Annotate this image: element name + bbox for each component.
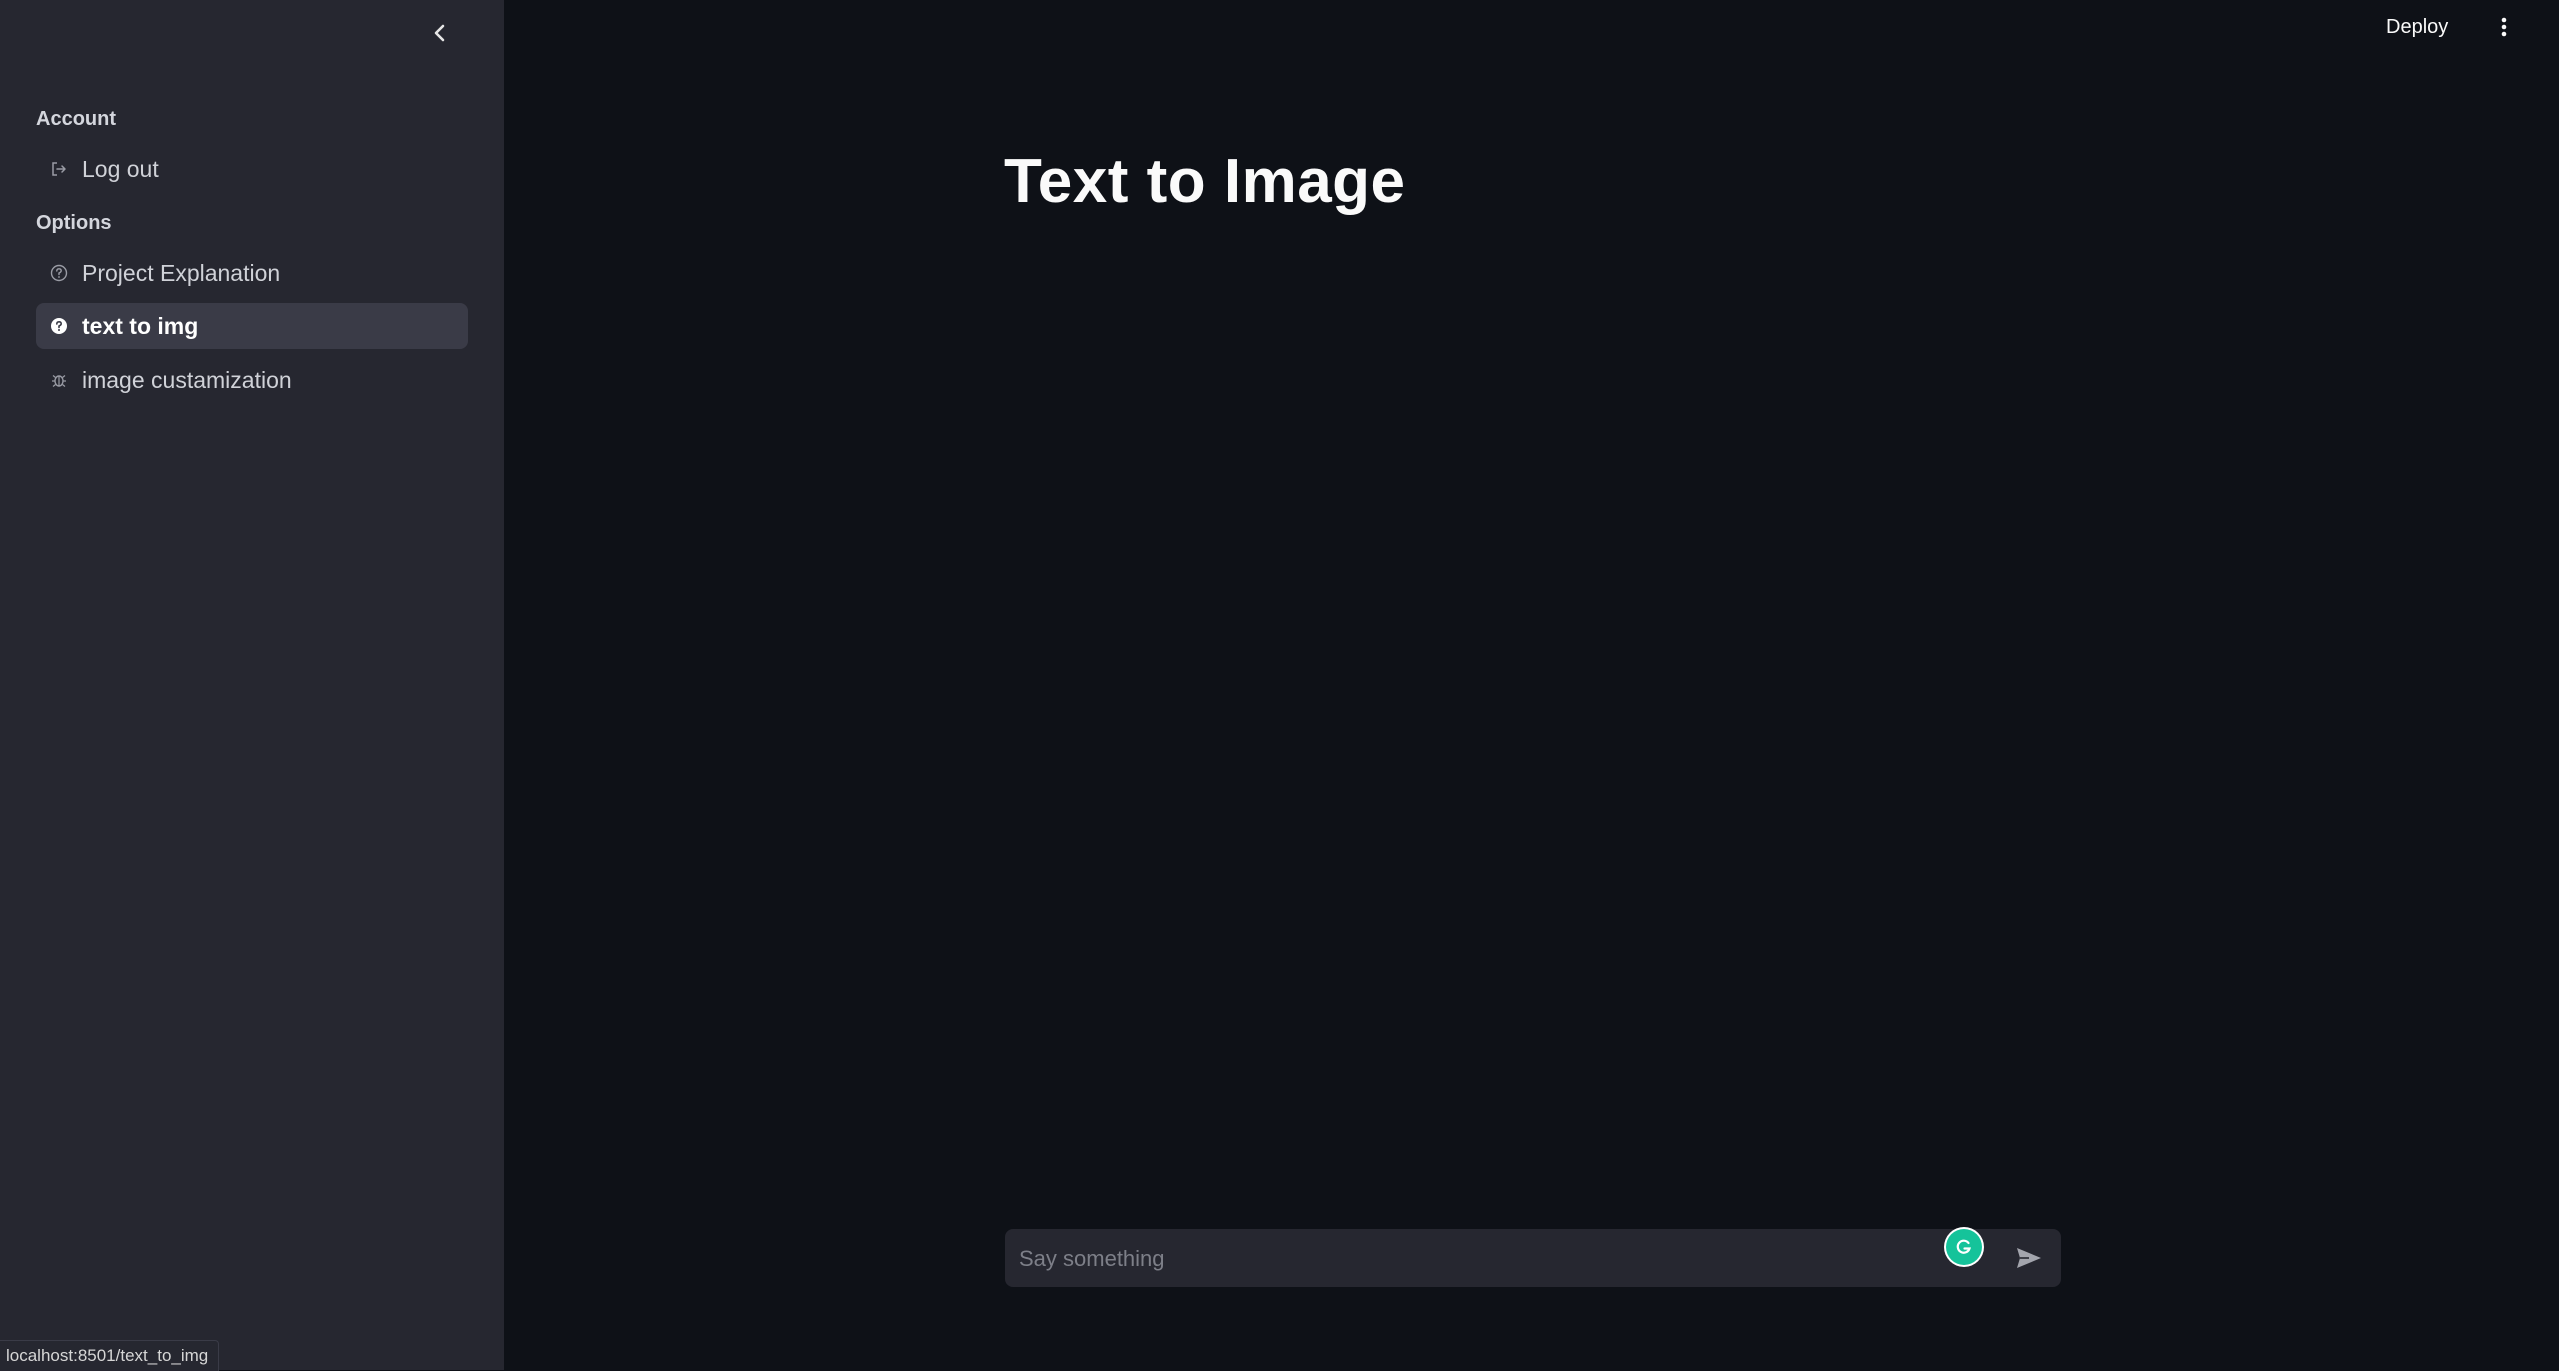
sidebar: Account Log out Options Project Explanat… (0, 0, 504, 1370)
chevron-left-icon (434, 24, 445, 42)
main-menu-button[interactable] (2492, 10, 2516, 44)
question-circle-icon (50, 264, 68, 282)
sidebar-item-text-to-img[interactable]: text to img (36, 303, 468, 349)
page-title: Text to Image (1004, 147, 1406, 216)
more-vertical-icon (2501, 17, 2507, 37)
sidebar-section-account: Account (36, 108, 116, 130)
sidebar-item-label: Log out (82, 155, 159, 182)
chat-input[interactable] (1017, 1229, 1941, 1289)
grammarly-icon[interactable] (1946, 1229, 1982, 1265)
status-bar-url: localhost:8501/text_to_img (0, 1340, 220, 1371)
sidebar-item-label: Project Explanation (82, 259, 281, 286)
send-button[interactable] (2013, 1243, 2045, 1273)
sidebar-item-project-explanation[interactable]: Project Explanation (36, 250, 468, 296)
sidebar-item-label: text to img (82, 312, 199, 339)
chat-input-container (1005, 1229, 2061, 1289)
sidebar-item-log-out[interactable]: Log out (36, 146, 468, 192)
bug-icon (50, 371, 68, 389)
deploy-button[interactable]: Deploy (2382, 12, 2452, 42)
sidebar-item-label: image custamization (82, 366, 292, 393)
question-circle-icon (50, 317, 68, 335)
sidebar-item-image-custamization[interactable]: image custamization (36, 357, 468, 403)
sidebar-section-options: Options (36, 212, 112, 234)
collapse-sidebar-button[interactable] (426, 16, 454, 50)
logout-icon (50, 160, 68, 178)
send-icon (2017, 1248, 2041, 1268)
